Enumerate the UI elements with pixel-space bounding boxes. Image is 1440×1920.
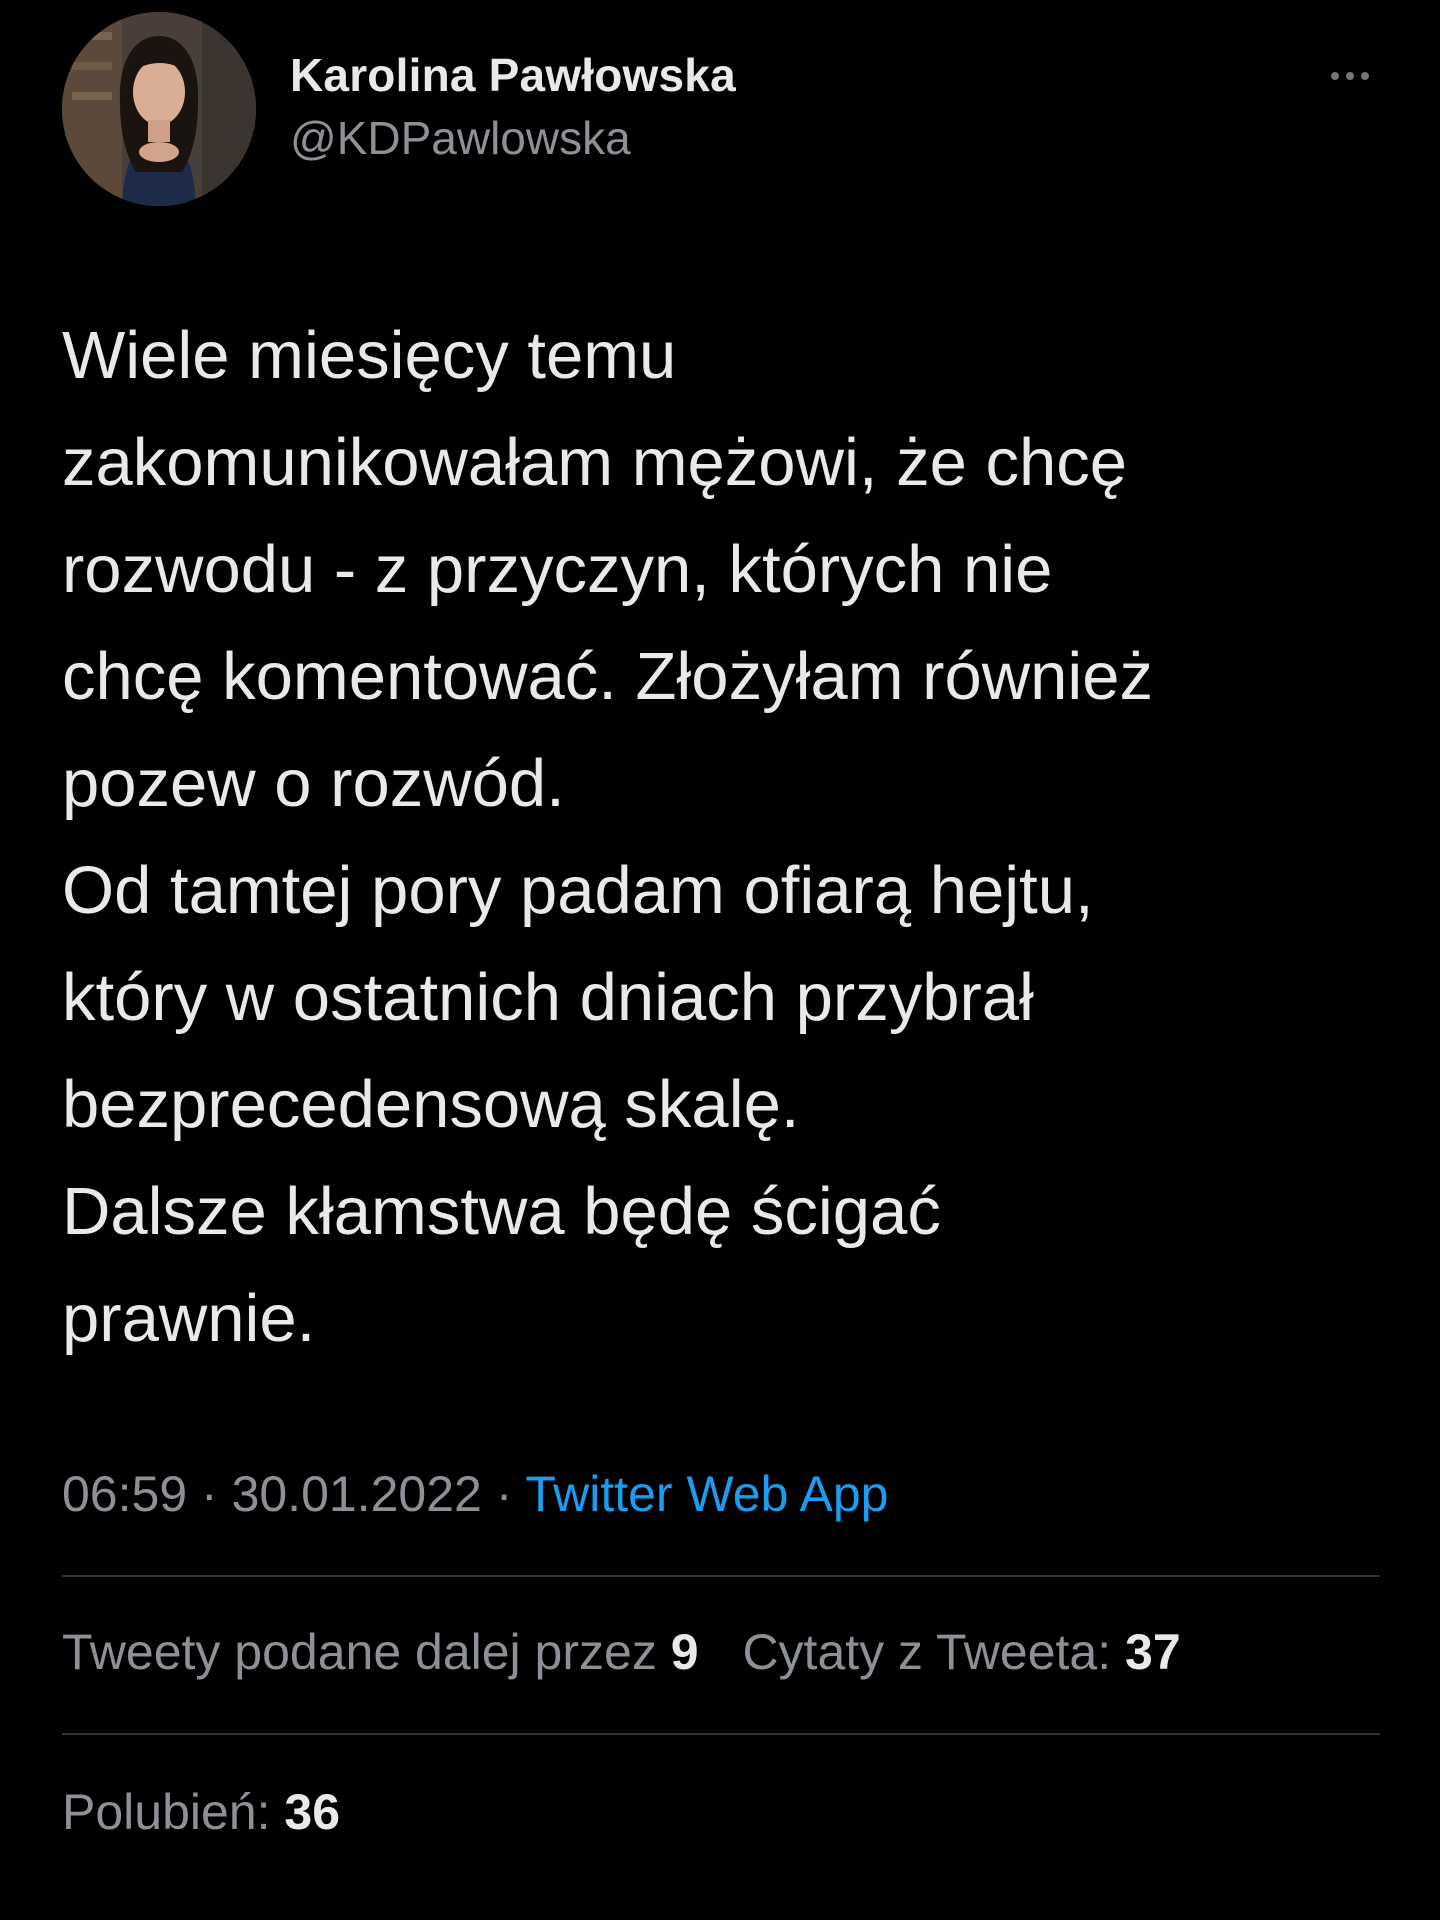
avatar-photo <box>62 12 256 206</box>
more-horizontal-icon <box>1331 72 1339 80</box>
likes-count: 36 <box>284 1784 341 1840</box>
tweet-text: Wiele miesięcy temu zakomunikowałam mężo… <box>62 302 1382 1372</box>
tweet-text-line: Od tamtej pory padam ofiarą hejtu, <box>62 853 1094 928</box>
user-info: Karolina Pawłowska @KDPawlowska <box>290 50 736 163</box>
likes-stat[interactable]: Polubień: 36 <box>62 1780 340 1844</box>
tweet-text-line: zakomunikowałam mężowi, że chcę <box>62 425 1127 500</box>
more-horizontal-icon-dot <box>1346 72 1354 80</box>
tweet-text-line: bezprecedensową skalę. <box>62 1067 800 1142</box>
quotes-label: Cytaty z Tweeta: <box>742 1624 1126 1680</box>
tweet-text-line: rozwodu - z przyczyn, których nie <box>62 532 1053 607</box>
tweet-text-line: który w ostatnich dniach przybrał <box>62 960 1034 1035</box>
tweet-source-link[interactable]: Twitter Web App <box>525 1466 888 1522</box>
tweet-time[interactable]: 06:59 <box>62 1466 187 1522</box>
likes-label: Polubień: <box>62 1784 285 1840</box>
meta-separator: · <box>481 1466 526 1522</box>
more-horizontal-icon-dot <box>1361 72 1369 80</box>
tweet-text-line: prawnie. <box>62 1281 316 1356</box>
tweet-date[interactable]: 30.01.2022 <box>232 1466 482 1522</box>
display-name[interactable]: Karolina Pawłowska <box>290 50 736 101</box>
tweet-text-line: Dalsze kłamstwa będę ścigać <box>62 1174 941 1249</box>
tweet-card: Karolina Pawłowska @KDPawlowska Wiele mi… <box>0 0 1440 1920</box>
user-handle[interactable]: @KDPawlowska <box>290 112 736 164</box>
retweets-label: Tweety podane dalej przez <box>62 1624 671 1680</box>
avatar[interactable] <box>62 12 256 206</box>
tweet-text-line: Wiele miesięcy temu <box>62 318 677 393</box>
quotes-count: 37 <box>1125 1624 1181 1680</box>
retweets-stat[interactable]: Tweety podane dalej przez 9 <box>62 1620 699 1684</box>
tweet-meta: 06:59 · 30.01.2022 · Twitter Web App <box>62 1462 888 1526</box>
quotes-stat[interactable]: Cytaty z Tweeta: 37 <box>742 1620 1180 1684</box>
divider <box>62 1575 1380 1577</box>
tweet-header: Karolina Pawłowska @KDPawlowska <box>62 12 1382 206</box>
meta-separator: · <box>187 1466 232 1522</box>
more-options-button[interactable] <box>1318 56 1382 96</box>
tweet-text-line: pozew o rozwód. <box>62 746 565 821</box>
tweet-text-line: chcę komentować. Złożyłam również <box>62 639 1154 714</box>
tweet-stats: Tweety podane dalej przez 9 Cytaty z Twe… <box>62 1620 1211 1684</box>
divider <box>62 1733 1380 1735</box>
retweets-count: 9 <box>670 1624 699 1680</box>
